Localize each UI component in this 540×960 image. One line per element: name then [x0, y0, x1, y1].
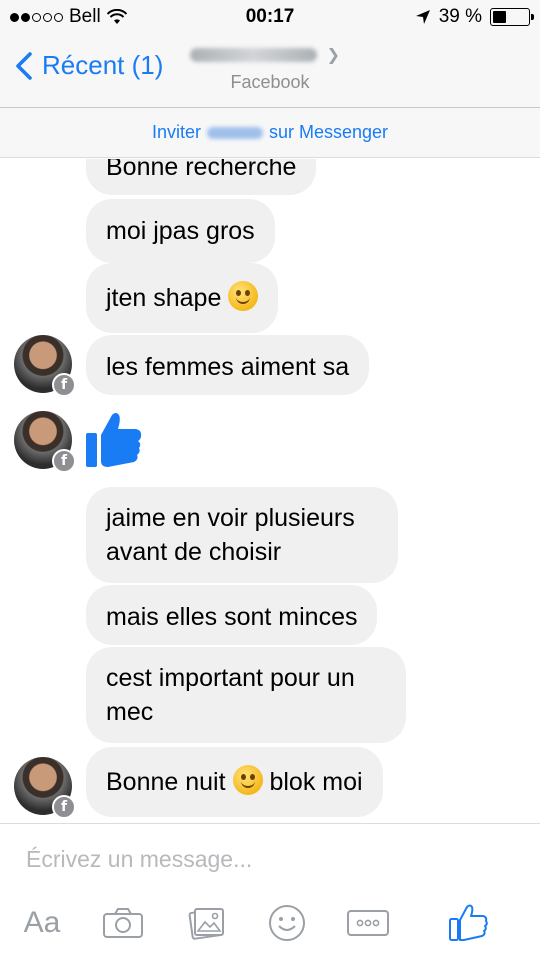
smiling-face-icon [232, 765, 263, 795]
message-text: les femmes aiment sa [106, 353, 350, 381]
message-text: Bonne recherche [106, 159, 297, 181]
redaction-blur [206, 126, 263, 139]
message-text: Bonne nuit [106, 768, 226, 796]
facebook-badge-icon: f [52, 373, 76, 397]
battery-fill [493, 11, 507, 23]
invite-suffix: sur Messenger [268, 122, 389, 142]
location-arrow-icon [415, 10, 430, 24]
message-bubble[interactable]: jaime en voir plusieurs avant de choisir [86, 487, 398, 583]
emoji-icon[interactable] [266, 900, 308, 946]
contact-subtitle: Facebook [230, 72, 310, 92]
like-icon[interactable] [446, 900, 490, 946]
message-bubble[interactable]: Bonne nuit blok moi [86, 747, 383, 817]
conversation-header: Récent (1) ❯ Facebook [0, 36, 540, 108]
message-bubble[interactable]: mais elles sont minces [86, 585, 378, 645]
message-text: blok moi [269, 768, 363, 796]
battery-icon [490, 8, 534, 26]
message-bubble[interactable]: Bonne recherche [86, 159, 317, 195]
message-text: jaime en voir plusieurs avant de choisir [106, 504, 355, 566]
invite-banner[interactable]: Inviter sur Messenger [0, 108, 540, 158]
message-bubble[interactable]: jten shape [86, 263, 279, 333]
invite-prefix: Inviter [151, 122, 201, 142]
message-text: cest important pour un mec [106, 664, 355, 726]
message-text: mais elles sont minces [106, 603, 358, 631]
message-text: moi jpas gros [106, 217, 255, 245]
message-list[interactable]: Bonne recherche moi jpas gros jten shape… [0, 159, 540, 823]
more-icon[interactable] [344, 900, 392, 946]
message-text: jten shape [106, 284, 222, 312]
composer: Écrivez un message... Aa [0, 823, 540, 960]
avatar[interactable]: f [14, 757, 76, 819]
battery-status: 39 % [415, 6, 534, 28]
battery-percent: 39 % [438, 6, 482, 27]
facebook-badge-icon: f [52, 449, 76, 473]
facebook-badge-icon: f [52, 795, 76, 819]
avatar[interactable]: f [14, 411, 76, 473]
redaction-blur [190, 48, 317, 62]
status-bar: Bell 00:17 39 % [0, 0, 540, 36]
contact-name-redacted[interactable]: ❯ [190, 44, 340, 66]
message-bubble[interactable]: moi jpas gros [86, 199, 275, 263]
message-bubble[interactable]: les femmes aiment sa [86, 335, 370, 395]
message-bubble[interactable]: cest important pour un mec [86, 647, 406, 743]
thumbs-up-sticker-icon[interactable] [86, 411, 142, 469]
camera-icon[interactable] [100, 900, 146, 946]
winking-face-icon [228, 281, 259, 311]
chevron-right-icon: ❯ [326, 47, 340, 64]
composer-toolbar: Aa [0, 900, 540, 948]
avatar[interactable]: f [14, 335, 76, 397]
gallery-icon[interactable] [184, 900, 230, 946]
text-size-icon[interactable]: Aa [18, 900, 66, 946]
message-input[interactable]: Écrivez un message... [26, 846, 252, 873]
